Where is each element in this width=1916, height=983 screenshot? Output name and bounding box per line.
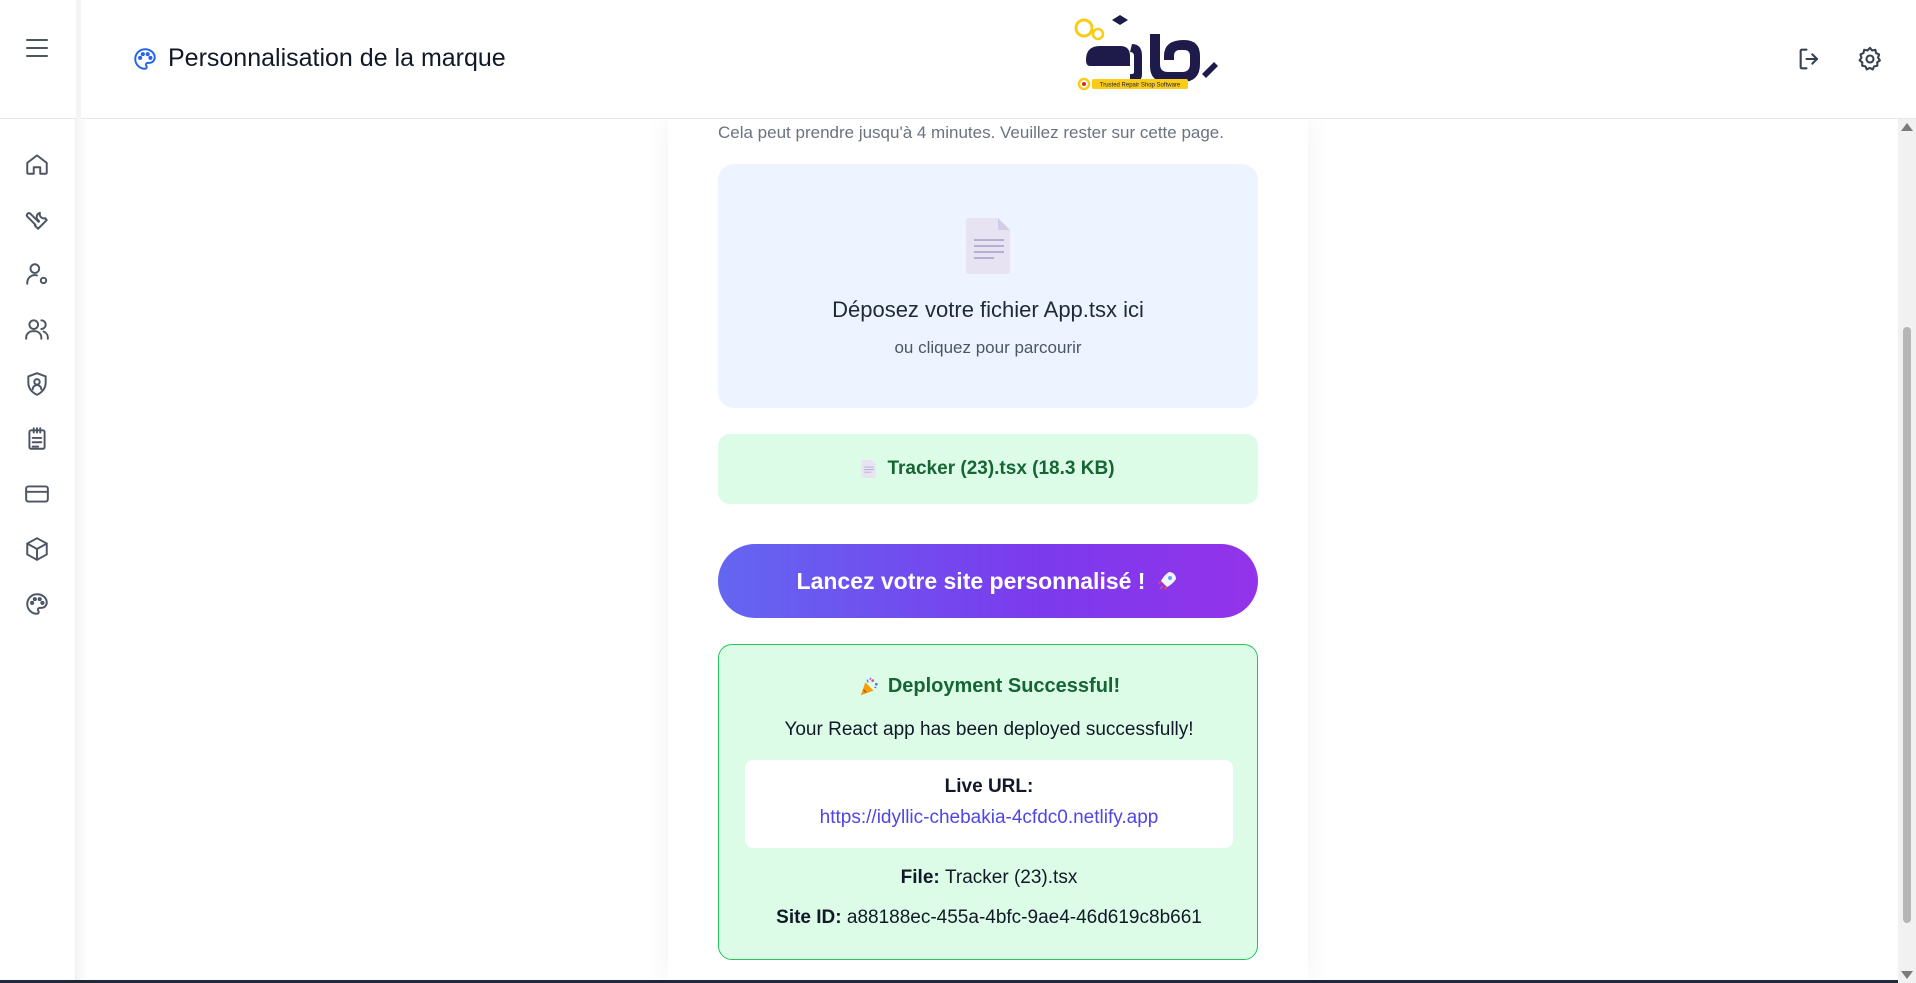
dropzone-subtitle: ou cliquez pour parcourir bbox=[894, 338, 1082, 357]
user-gear-icon[interactable] bbox=[24, 261, 50, 287]
shield-user-icon[interactable] bbox=[24, 371, 50, 397]
deployment-success-panel: Deployment Successful! Your React app ha… bbox=[718, 644, 1258, 960]
file-row: File: Tracker (23).tsx bbox=[719, 867, 1259, 889]
home-icon[interactable] bbox=[24, 151, 50, 177]
live-url-box: Live URL: https://idyllic-chebakia-4cfdc… bbox=[745, 760, 1233, 848]
settings-gear-icon[interactable] bbox=[1856, 45, 1884, 73]
clipboard-icon[interactable] bbox=[24, 426, 50, 452]
site-id-row: Site ID: a88188ec-455a-4bfc-9ae4-46d619c… bbox=[719, 907, 1259, 929]
success-title-text: Deployment Successful! bbox=[887, 675, 1121, 697]
success-message: Your React app has been deployed success… bbox=[784, 719, 1194, 740]
selected-file-badge: Tracker (23).tsx (18.3 KB) bbox=[718, 434, 1258, 504]
page-title-group: Personnalisation de la marque bbox=[132, 44, 506, 73]
scroll-up-arrow-icon[interactable] bbox=[1901, 123, 1913, 131]
app-header: Personnalisation de la marque Trusted Re… bbox=[0, 0, 1916, 119]
scroll-thumb[interactable] bbox=[1903, 327, 1911, 923]
selected-file-name: Tracker (23).tsx (18.3 KB) bbox=[887, 458, 1115, 479]
sidebar bbox=[0, 119, 76, 983]
success-heading: Deployment Successful! bbox=[719, 675, 1259, 698]
credit-card-icon[interactable] bbox=[24, 481, 50, 507]
wrench-icon[interactable] bbox=[24, 206, 50, 232]
brand-logo[interactable]: Trusted Repair Shop Software bbox=[1072, 14, 1224, 100]
logout-icon[interactable] bbox=[1796, 45, 1824, 73]
dropzone-title: Déposez votre fichier App.tsx ici bbox=[832, 297, 1144, 322]
logo-tagline: Trusted Repair Shop Software bbox=[1100, 83, 1181, 89]
live-url-label: Live URL: bbox=[944, 776, 1034, 797]
document-icon bbox=[966, 218, 1010, 274]
file-icon bbox=[862, 460, 877, 478]
scroll-down-arrow-icon[interactable] bbox=[1901, 971, 1913, 979]
box-icon[interactable] bbox=[24, 536, 50, 562]
page-title: Personnalisation de la marque bbox=[168, 44, 506, 72]
launch-site-label: Lancez votre site personnalisé ! bbox=[796, 567, 1146, 594]
vertical-scrollbar[interactable] bbox=[1898, 119, 1916, 983]
party-popper-icon bbox=[860, 677, 878, 695]
menu-toggle-icon[interactable] bbox=[24, 36, 50, 60]
header-divider bbox=[76, 0, 81, 119]
file-value: Tracker (23).tsx bbox=[945, 867, 1078, 888]
users-icon[interactable] bbox=[24, 316, 50, 342]
site-id-value: a88188ec-455a-4bfc-9ae4-46d619c8b661 bbox=[846, 907, 1202, 928]
site-id-label: Site ID: bbox=[776, 907, 847, 928]
palette-icon[interactable] bbox=[24, 591, 50, 617]
file-label: File: bbox=[900, 867, 945, 888]
launch-site-button[interactable]: Lancez votre site personnalisé ! bbox=[718, 544, 1258, 618]
rocket-icon bbox=[1158, 572, 1177, 590]
live-url-link[interactable]: https://idyllic-chebakia-4cfdc0.netlify.… bbox=[745, 807, 1233, 829]
sidebar-shadow bbox=[76, 119, 86, 983]
file-dropzone[interactable]: Déposez votre fichier App.tsx ici ou cli… bbox=[718, 164, 1258, 408]
wait-note: Cela peut prendre jusqu'à 4 minutes. Veu… bbox=[718, 123, 1224, 142]
palette-icon bbox=[134, 47, 156, 70]
